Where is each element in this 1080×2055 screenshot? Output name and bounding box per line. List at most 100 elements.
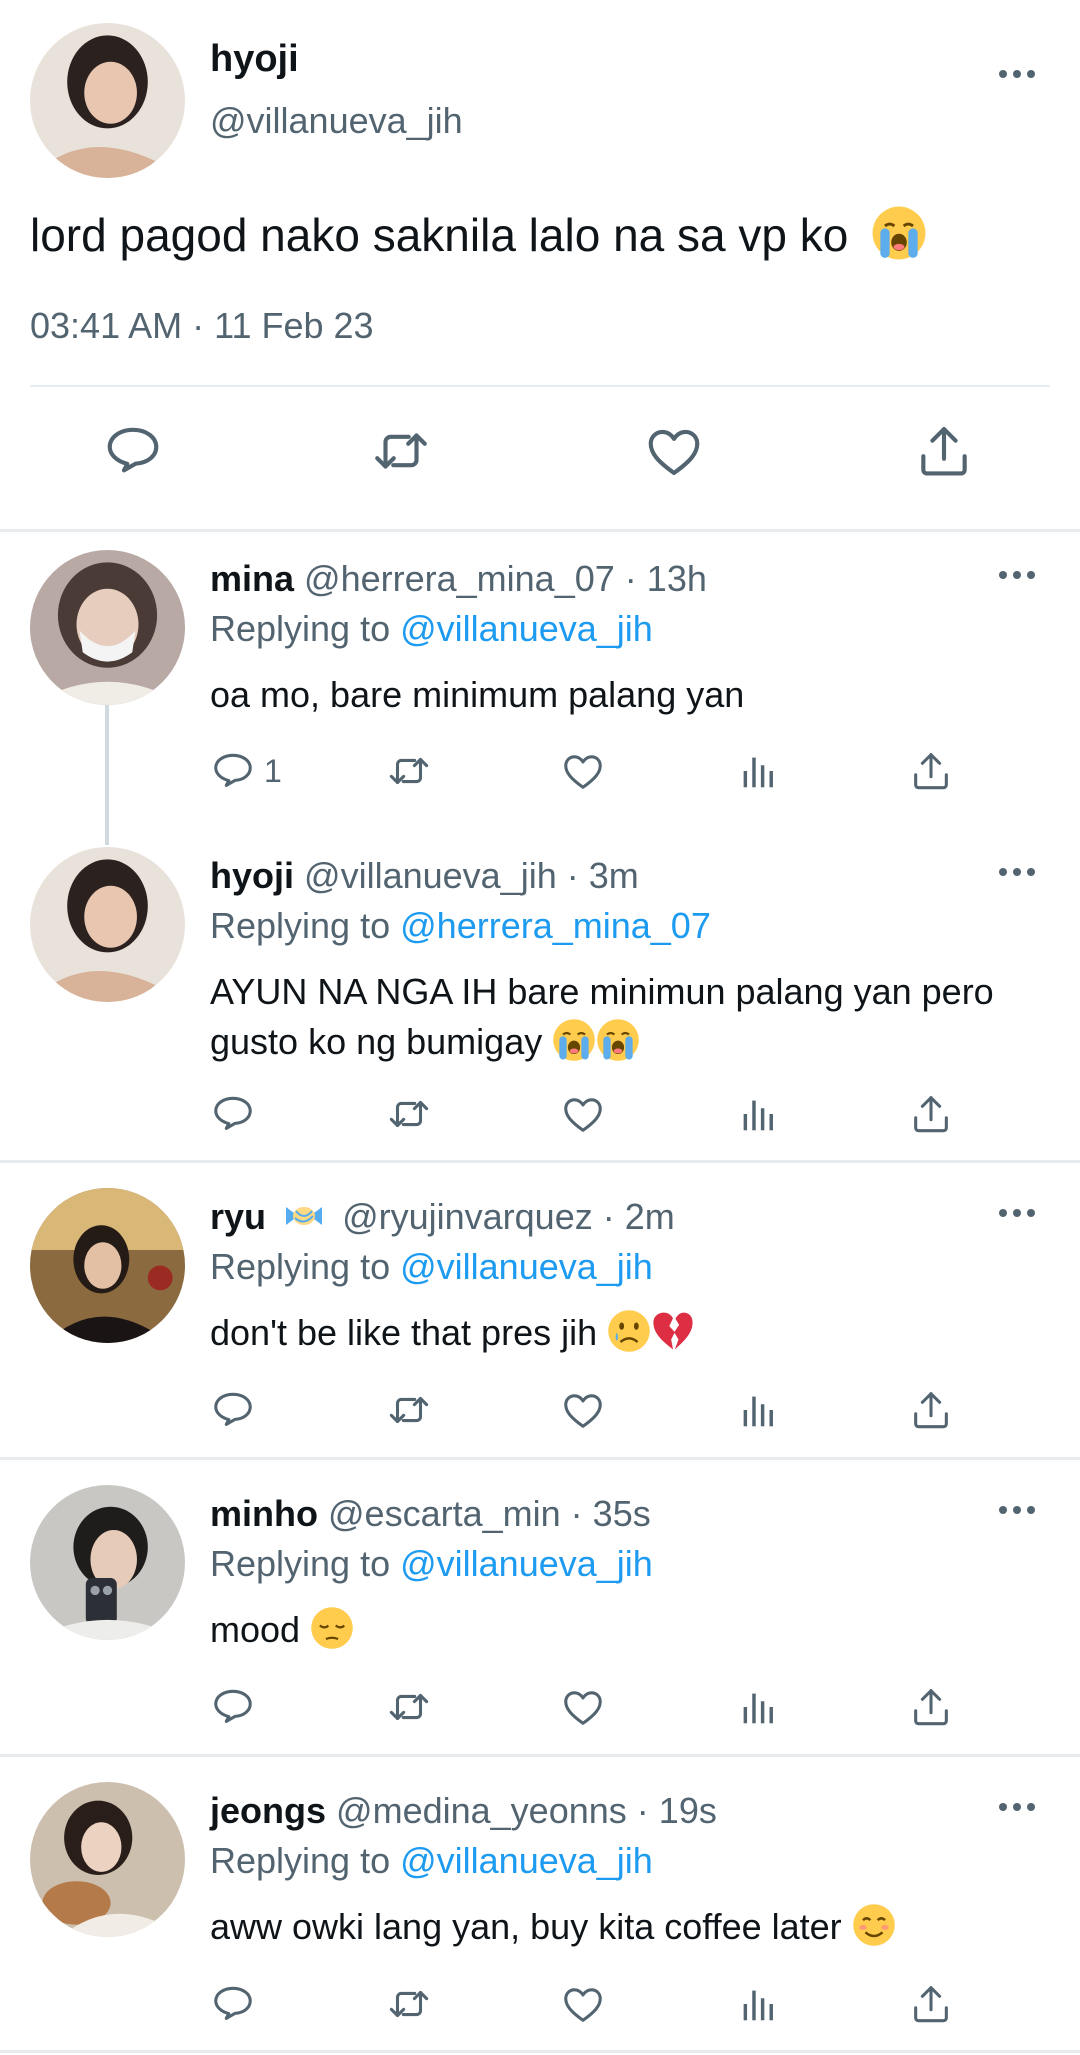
more-options-icon[interactable]: [995, 862, 1039, 882]
more-options-icon[interactable]: [995, 565, 1039, 585]
like-button[interactable]: [560, 1385, 606, 1435]
like-icon: [560, 1981, 606, 2027]
reply-author-handle[interactable]: @ryujinvarquez: [342, 1196, 593, 1237]
retweet-icon: [370, 420, 432, 482]
reply-text: aww owki lang yan, buy kita coffee later: [210, 1902, 1040, 1952]
like-icon: [560, 1387, 606, 1433]
retweet-icon: [386, 748, 432, 794]
views-button[interactable]: [735, 1385, 781, 1435]
share-button[interactable]: [908, 1089, 954, 1139]
reply-author-name[interactable]: minho: [210, 1493, 318, 1534]
reply-actions: [0, 1089, 1080, 1139]
broken-heart-emoji: [651, 1309, 695, 1353]
tweet-timestamp[interactable]: 03:41 AM · 11 Feb 23: [30, 305, 374, 347]
reply-text: don't be like that pres jih: [210, 1308, 1040, 1358]
retweet-button[interactable]: [370, 420, 440, 490]
reply-icon: [210, 1981, 256, 2027]
author-name[interactable]: hyoji: [210, 38, 299, 81]
like-icon: [560, 1684, 606, 1730]
avatar[interactable]: [30, 1188, 185, 1343]
like-button[interactable]: [560, 1682, 606, 1732]
replying-to-mention[interactable]: @villanueva_jih: [400, 1543, 653, 1584]
separator-dot: ·: [624, 558, 637, 599]
share-button[interactable]: [908, 1385, 954, 1435]
share-button[interactable]: [908, 746, 954, 796]
retweet-button[interactable]: [386, 746, 432, 796]
reply-author-handle[interactable]: @escarta_min: [328, 1493, 561, 1534]
more-options-icon[interactable]: [995, 1797, 1039, 1817]
reply-text-content: mood: [210, 1609, 301, 1650]
views-button[interactable]: [735, 746, 781, 796]
like-button[interactable]: [560, 1979, 606, 2029]
share-button[interactable]: [908, 1979, 954, 2029]
reply-header: ryu @ryujinvarquez · 2m: [210, 1196, 675, 1238]
reply-time[interactable]: 3m: [589, 855, 639, 896]
reply-time[interactable]: 35s: [593, 1493, 651, 1534]
like-icon: [643, 420, 705, 482]
replying-to: Replying to @villanueva_jih: [210, 1543, 653, 1585]
avatar[interactable]: [30, 847, 185, 1002]
reply-author-name[interactable]: mina: [210, 558, 294, 599]
more-options-icon[interactable]: [995, 1203, 1039, 1223]
like-button[interactable]: [560, 746, 606, 796]
reply-text: mood: [210, 1605, 1040, 1655]
reply-button[interactable]: 1: [210, 746, 282, 796]
share-button[interactable]: [908, 1682, 954, 1732]
more-options-icon[interactable]: [995, 64, 1039, 84]
share-button[interactable]: [913, 420, 983, 490]
views-button[interactable]: [735, 1682, 781, 1732]
retweet-button[interactable]: [386, 1979, 432, 2029]
reply-header: minho @escarta_min · 35s: [210, 1493, 651, 1535]
reply-text-content: don't be like that pres jih: [210, 1312, 598, 1353]
replying-to-mention[interactable]: @herrera_mina_07: [400, 905, 711, 946]
views-button[interactable]: [735, 1979, 781, 2029]
reply-author-name[interactable]: ryu: [210, 1196, 266, 1237]
reply-author-handle[interactable]: @herrera_mina_07: [304, 558, 615, 599]
reply-time[interactable]: 13h: [647, 558, 707, 599]
replying-to-mention[interactable]: @villanueva_jih: [400, 1246, 653, 1287]
replying-to-mention[interactable]: @villanueva_jih: [400, 1840, 653, 1881]
pensive-face-emoji: [310, 1606, 354, 1650]
retweet-icon: [386, 1387, 432, 1433]
views-button[interactable]: [735, 1089, 781, 1139]
avatar[interactable]: [30, 550, 185, 705]
reply-time[interactable]: 19s: [659, 1790, 717, 1831]
reply-icon: [210, 1684, 256, 1730]
reply-button[interactable]: [210, 1682, 256, 1732]
reply-button[interactable]: [210, 1979, 256, 2029]
reply-button[interactable]: [102, 420, 172, 490]
retweet-icon: [386, 1981, 432, 2027]
retweet-button[interactable]: [386, 1385, 432, 1435]
reply-header: mina @herrera_mina_07 · 13h: [210, 558, 707, 600]
reply-time[interactable]: 2m: [625, 1196, 675, 1237]
retweet-button[interactable]: [386, 1682, 432, 1732]
like-button[interactable]: [560, 1089, 606, 1139]
avatar[interactable]: [30, 1485, 185, 1640]
views-icon: [735, 1981, 781, 2027]
crying-face-emoji: [607, 1309, 651, 1353]
reply-author-name[interactable]: hyoji: [210, 855, 294, 896]
candy-icon: [282, 1199, 326, 1233]
avatar[interactable]: [30, 23, 185, 178]
section-divider: [0, 1754, 1080, 1757]
like-button[interactable]: [643, 420, 713, 490]
replying-to-mention[interactable]: @villanueva_jih: [400, 608, 653, 649]
reply-text: AYUN NA NGA IH bare minimun palang yan p…: [210, 967, 1040, 1067]
views-icon: [735, 1091, 781, 1137]
retweet-button[interactable]: [386, 1089, 432, 1139]
reply-author-handle[interactable]: @villanueva_jih: [304, 855, 557, 896]
retweet-icon: [386, 1091, 432, 1137]
share-icon: [908, 1981, 954, 2027]
reply-author-name[interactable]: jeongs: [210, 1790, 326, 1831]
reply-icon: [210, 1091, 256, 1137]
replying-to-label: Replying to: [210, 1543, 391, 1584]
replying-to: Replying to @herrera_mina_07: [210, 905, 711, 947]
share-icon: [908, 748, 954, 794]
avatar[interactable]: [30, 1782, 185, 1937]
divider: [30, 385, 1050, 387]
reply-button[interactable]: [210, 1089, 256, 1139]
reply-button[interactable]: [210, 1385, 256, 1435]
reply-author-handle[interactable]: @medina_yeonns: [336, 1790, 627, 1831]
more-options-icon[interactable]: [995, 1500, 1039, 1520]
author-handle[interactable]: @villanueva_jih: [210, 100, 463, 142]
